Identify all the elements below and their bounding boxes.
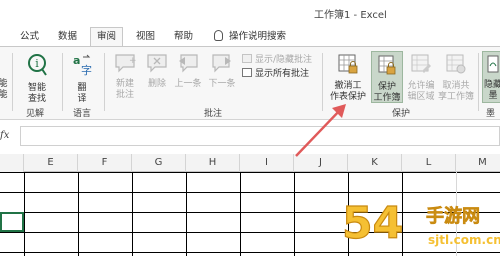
grid-line [294,172,295,256]
tab-formulas[interactable]: 公式 [14,29,45,44]
column-header[interactable]: E [24,154,78,172]
previous-comment-label: 上一条 [174,79,202,89]
ink-icon [487,55,499,73]
ink-label-1: 隐藏 [483,80,500,90]
next-comment-icon [212,54,231,73]
delete-comment-icon [147,54,167,73]
tab-help[interactable]: 帮助 [168,29,199,44]
protect-workbook-label-1: 保护 [377,82,396,92]
select-all-corner[interactable] [0,154,24,172]
unprotect-sheet-button[interactable]: 撤消工 作表保护 [328,53,368,103]
workbook-lock-icon [378,55,396,75]
translate-label-2: 译 [77,94,87,104]
tell-me-label: 操作说明搜索 [229,31,287,42]
translate-button[interactable]: a 字 翻 译 [68,53,96,105]
hide-ink-button[interactable]: 隐藏 墨 [482,51,500,103]
previous-comment-button[interactable]: 上一条 [172,53,204,90]
title-bar: 工作簿1 - Excel [0,0,500,26]
smart-lookup-button[interactable]: i 智能 查找 [22,53,52,105]
left-partial-label-2: 能 [0,90,8,100]
column-header[interactable]: G [132,154,186,172]
unshare-workbook-label-1: 取消共 [442,81,470,91]
delete-comment-label: 删除 [147,79,166,89]
delete-comment-button[interactable]: 删除 [144,53,170,90]
tell-me-search[interactable]: 操作说明搜索 [214,29,286,44]
window-title: 工作簿1 - Excel [314,10,387,21]
group-separator [478,53,479,111]
smart-lookup-icon: i [28,54,47,76]
new-comment-icon: + [115,54,137,73]
smart-lookup-label-1: 智能 [27,83,46,93]
grid-line [186,172,187,256]
new-comment-label-2: 批注 [115,90,134,100]
unshare-workbook-button[interactable]: 取消共 享工作簿 [438,53,474,103]
fx-icon[interactable]: fx [0,130,9,141]
comments-group-label: 批注 [204,109,223,119]
grid-line [132,172,133,256]
tab-view[interactable]: 视图 [130,29,161,44]
svg-text:54: 54 [342,198,403,249]
formula-bar: fx [0,122,500,150]
insights-group-label: 见解 [26,109,45,119]
new-comment-label-1: 新建 [115,79,134,89]
allow-edit-ranges-label-2: 辑区域 [407,92,435,102]
svg-text:a: a [73,54,80,67]
grid-line [240,172,241,256]
lightbulb-icon [214,30,223,41]
new-comment-button[interactable]: + 新建 批注 [110,53,140,101]
allow-edit-ranges-label-1: 允许编 [407,81,435,91]
unprotect-sheet-label-1: 撤消工 [334,81,362,91]
show-hide-comment-label: 显示/隐藏批注 [255,55,313,65]
sheet-lock-icon [338,54,358,74]
ink-label-2: 墨 [488,91,498,101]
grid-line [24,172,25,256]
svg-text:字: 字 [81,63,92,77]
translate-icon: a 字 [73,54,92,77]
watermark-logo: 54 手游网 sjtl.com.cn [341,197,500,249]
show-all-comments-button[interactable]: 显示所有批注 [242,68,309,80]
language-group-label: 语言 [73,109,92,119]
grid-line [0,172,500,173]
site-watermark: 54 手游网 sjtl.com.cn [340,192,500,256]
group-separator [62,53,63,111]
translate-label-1: 翻 [77,83,87,93]
unshare-workbook-icon [446,54,466,74]
comment-icon [242,54,252,63]
left-partial-label-1: 能 [0,79,8,89]
column-header[interactable]: L [402,154,456,172]
grid-line [78,172,79,256]
left-partial-button[interactable]: 能 能 [0,57,10,101]
show-all-comments-label: 显示所有批注 [255,69,310,79]
protect-workbook-label-2: 工作簿 [373,93,401,103]
column-headers: E F G H I J K L M [0,154,500,172]
group-separator [12,53,13,111]
ribbon: 能 能 i 智能 查找 见解 a 字 翻 译 语言 + 新建 批注 删除 上一条… [0,46,500,120]
tab-data[interactable]: 数据 [52,29,83,44]
svg-text:手游网: 手游网 [426,205,480,227]
group-separator [104,53,105,111]
allow-edit-ranges-button[interactable]: 允许编 辑区域 [406,53,436,103]
formula-input[interactable] [20,126,500,146]
comments-icon [242,68,252,77]
protect-group-label: 保护 [392,109,411,119]
protect-workbook-button[interactable]: 保护 工作簿 [371,51,403,103]
column-header[interactable]: M [456,154,500,172]
svg-text:sjtl.com.cn: sjtl.com.cn [428,233,500,247]
annotation-arrow [295,104,346,157]
svg-text:i: i [35,57,39,70]
column-header[interactable]: F [78,154,132,172]
show-hide-comment-button[interactable]: 显示/隐藏批注 [242,54,312,66]
smart-lookup-label-2: 查找 [27,94,46,104]
svg-text:+: + [129,56,136,66]
ink-group-label: 墨 [486,109,496,119]
ribbon-tabs: 公式 数据 审阅 视图 帮助 操作说明搜索 [0,26,500,46]
allow-edit-ranges-icon [411,54,431,73]
unshare-workbook-label-2: 享工作簿 [438,92,475,102]
tab-review[interactable]: 审阅 [90,27,124,46]
active-cell[interactable] [0,212,24,232]
previous-comment-icon [179,54,198,73]
column-header[interactable]: H [186,154,240,172]
next-comment-button[interactable]: 下一条 [206,53,238,90]
next-comment-label: 下一条 [208,79,236,89]
